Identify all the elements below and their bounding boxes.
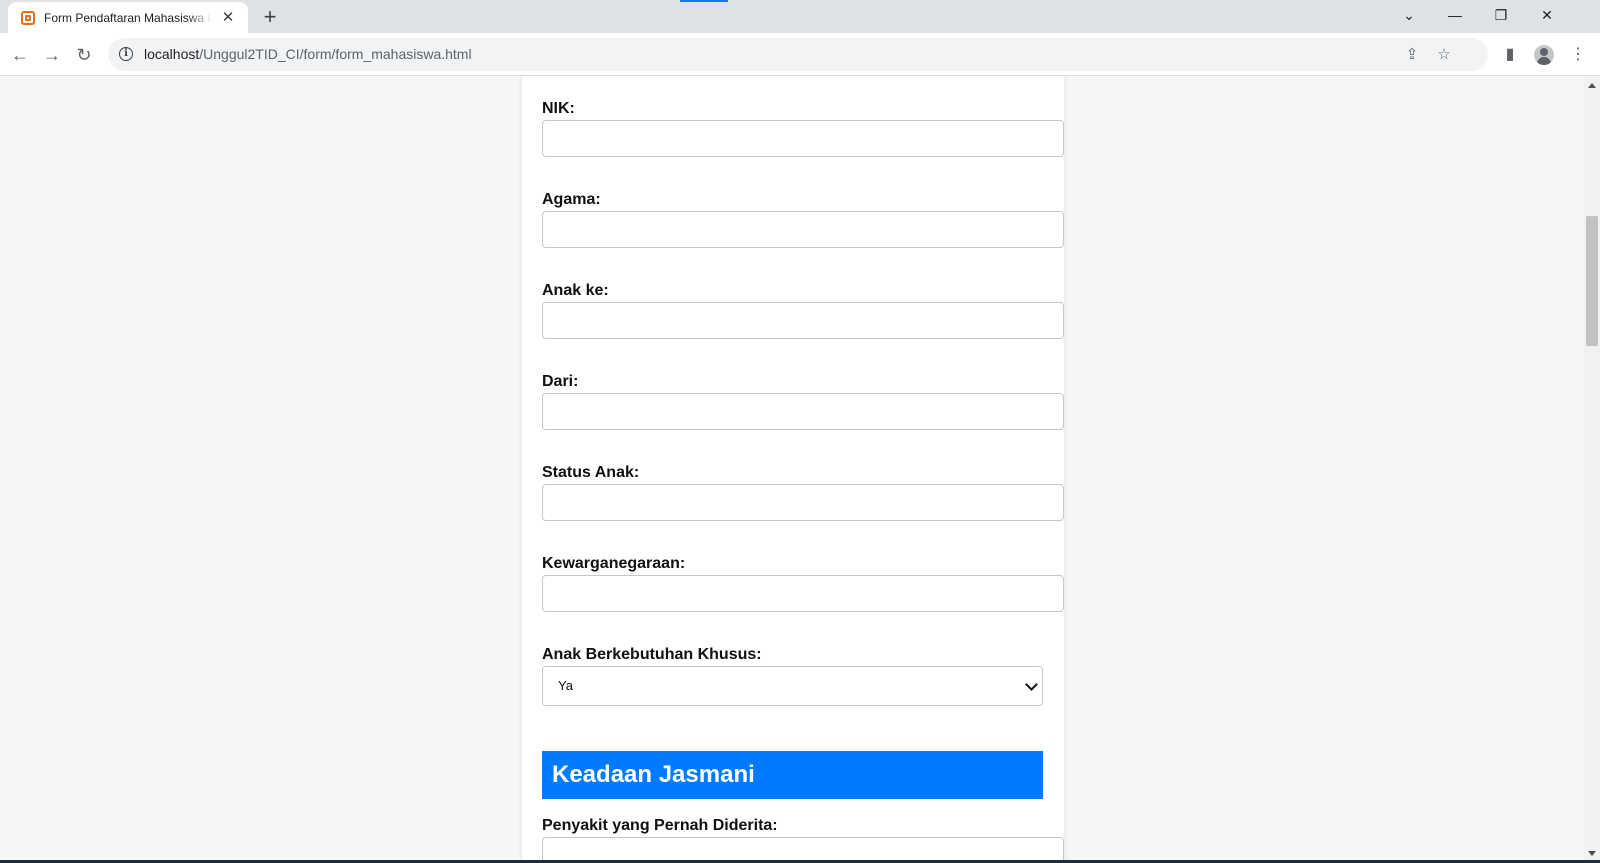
- status-anak-input[interactable]: [542, 484, 1064, 521]
- nik-input[interactable]: [542, 120, 1064, 157]
- scroll-thumb[interactable]: [1586, 216, 1598, 346]
- agama-label: Agama:: [542, 191, 601, 208]
- share-icon[interactable]: ⇪: [1400, 43, 1424, 67]
- penyakit-label: Penyakit yang Pernah Diderita:: [542, 817, 778, 834]
- back-icon[interactable]: ←: [6, 41, 34, 69]
- close-tab-icon[interactable]: ✕: [220, 9, 236, 26]
- close-window-button[interactable]: ✕: [1524, 0, 1570, 30]
- restore-button[interactable]: ❐: [1478, 0, 1524, 30]
- vertical-scrollbar[interactable]: [1584, 76, 1600, 863]
- section-header-jasmani: Keadaan Jasmani: [542, 751, 1043, 799]
- section-title: Keadaan Jasmani: [552, 761, 755, 788]
- address-bar[interactable]: i localhost/Unggul2TID_CI/form/form_maha…: [108, 38, 1488, 71]
- browser-tab[interactable]: Form Pendaftaran Mahasiswa Baru ✕: [8, 2, 248, 33]
- anak-ke-label: Anak ke:: [542, 282, 609, 299]
- abk-selected-value: Ya: [558, 678, 573, 693]
- scroll-up-arrow-icon[interactable]: [1588, 83, 1596, 88]
- tab-title: Form Pendaftaran Mahasiswa Baru: [44, 10, 212, 25]
- dari-input[interactable]: [542, 393, 1064, 430]
- xampp-favicon-icon: [21, 10, 35, 25]
- status-anak-label: Status Anak:: [542, 464, 640, 481]
- side-panel-icon[interactable]: ▮: [1496, 41, 1524, 69]
- forward-icon[interactable]: →: [38, 41, 66, 69]
- kewarganegaraan-input[interactable]: [542, 575, 1064, 612]
- dari-label: Dari:: [542, 373, 579, 390]
- abk-label: Anak Berkebutuhan Khusus:: [542, 646, 762, 663]
- nik-label: NIK:: [542, 100, 575, 117]
- kewarganegaraan-label: Kewarganegaraan:: [542, 555, 686, 572]
- minimize-button[interactable]: —: [1432, 0, 1478, 30]
- profile-icon[interactable]: [1534, 45, 1554, 65]
- anak-ke-input[interactable]: [542, 302, 1064, 339]
- agama-input[interactable]: [542, 211, 1064, 248]
- tab-strip: Form Pendaftaran Mahasiswa Baru ✕ + ⌄ — …: [0, 0, 1600, 33]
- info-icon[interactable]: i: [119, 47, 133, 61]
- tab-search-icon[interactable]: ⌄: [1386, 0, 1432, 30]
- star-icon[interactable]: ☆: [1432, 43, 1456, 67]
- abk-select[interactable]: Ya: [542, 666, 1043, 706]
- chevron-down-icon: [1025, 678, 1038, 691]
- url-text[interactable]: localhost/Unggul2TID_CI/form/form_mahasi…: [144, 38, 472, 71]
- reload-icon[interactable]: ↻: [70, 41, 98, 69]
- scroll-down-arrow-icon[interactable]: [1588, 851, 1596, 856]
- new-tab-button[interactable]: +: [258, 6, 282, 28]
- browser-toolbar: ← → ↻ i localhost/Unggul2TID_CI/form/for…: [0, 33, 1600, 76]
- page-viewport: NIK: Agama: Anak ke: Dari: Status Anak: …: [0, 76, 1584, 863]
- menu-icon[interactable]: ⋮: [1564, 41, 1592, 69]
- loading-indicator: [680, 0, 728, 2]
